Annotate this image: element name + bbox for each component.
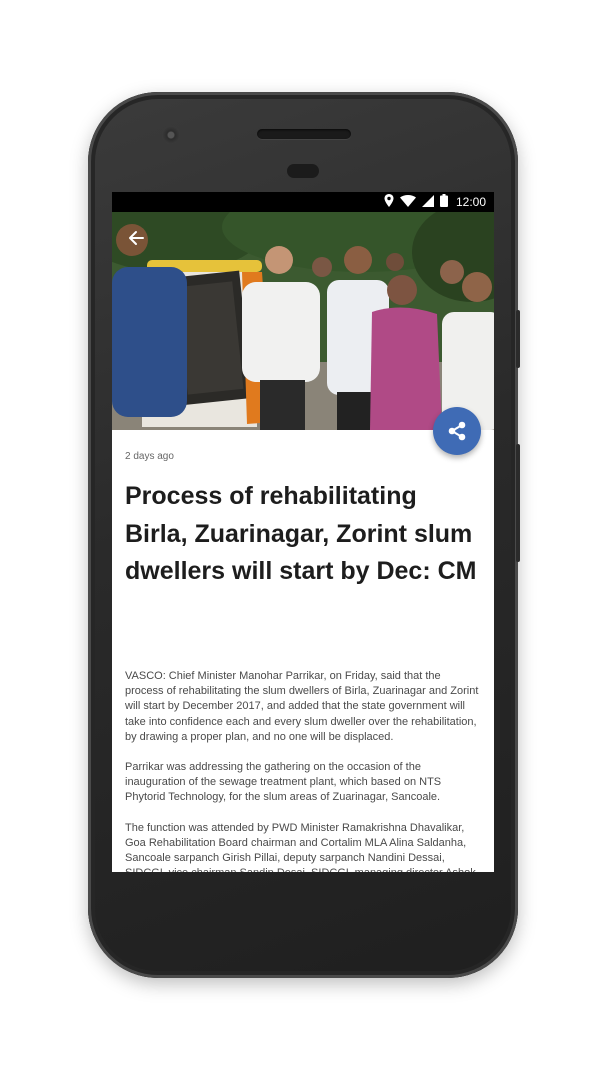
volume-button bbox=[516, 444, 520, 562]
article-paragraph: VASCO: Chief Minister Manohar Parrikar, … bbox=[125, 670, 479, 743]
signal-icon bbox=[421, 194, 434, 210]
wifi-icon bbox=[399, 194, 416, 210]
proximity-sensor bbox=[287, 164, 319, 178]
hero-photo bbox=[112, 212, 494, 430]
share-icon bbox=[448, 421, 466, 441]
back-button[interactable] bbox=[122, 224, 150, 252]
battery-icon bbox=[439, 194, 448, 210]
article-headline: Process of rehabilitating Birla, Zuarina… bbox=[125, 482, 477, 585]
status-time: 12:00 bbox=[455, 195, 486, 209]
screen: 12:00 2 days ago Process of rehabilitati… bbox=[112, 192, 494, 872]
article-hero-image bbox=[112, 212, 494, 430]
share-button[interactable] bbox=[433, 407, 481, 455]
earpiece-speaker bbox=[257, 129, 351, 139]
power-button bbox=[516, 310, 520, 368]
location-icon bbox=[384, 194, 394, 210]
front-camera bbox=[162, 126, 180, 144]
arrow-back-icon bbox=[129, 231, 144, 245]
article-paragraph: Parrikar was addressing the gathering on… bbox=[125, 761, 442, 804]
article-timestamp: 2 days ago bbox=[125, 451, 174, 462]
article-paragraph: The function was attended by PWD Ministe… bbox=[125, 821, 476, 872]
article-body: VASCO: Chief Minister Manohar Parrikar, … bbox=[125, 669, 481, 872]
status-bar: 12:00 bbox=[112, 192, 494, 212]
